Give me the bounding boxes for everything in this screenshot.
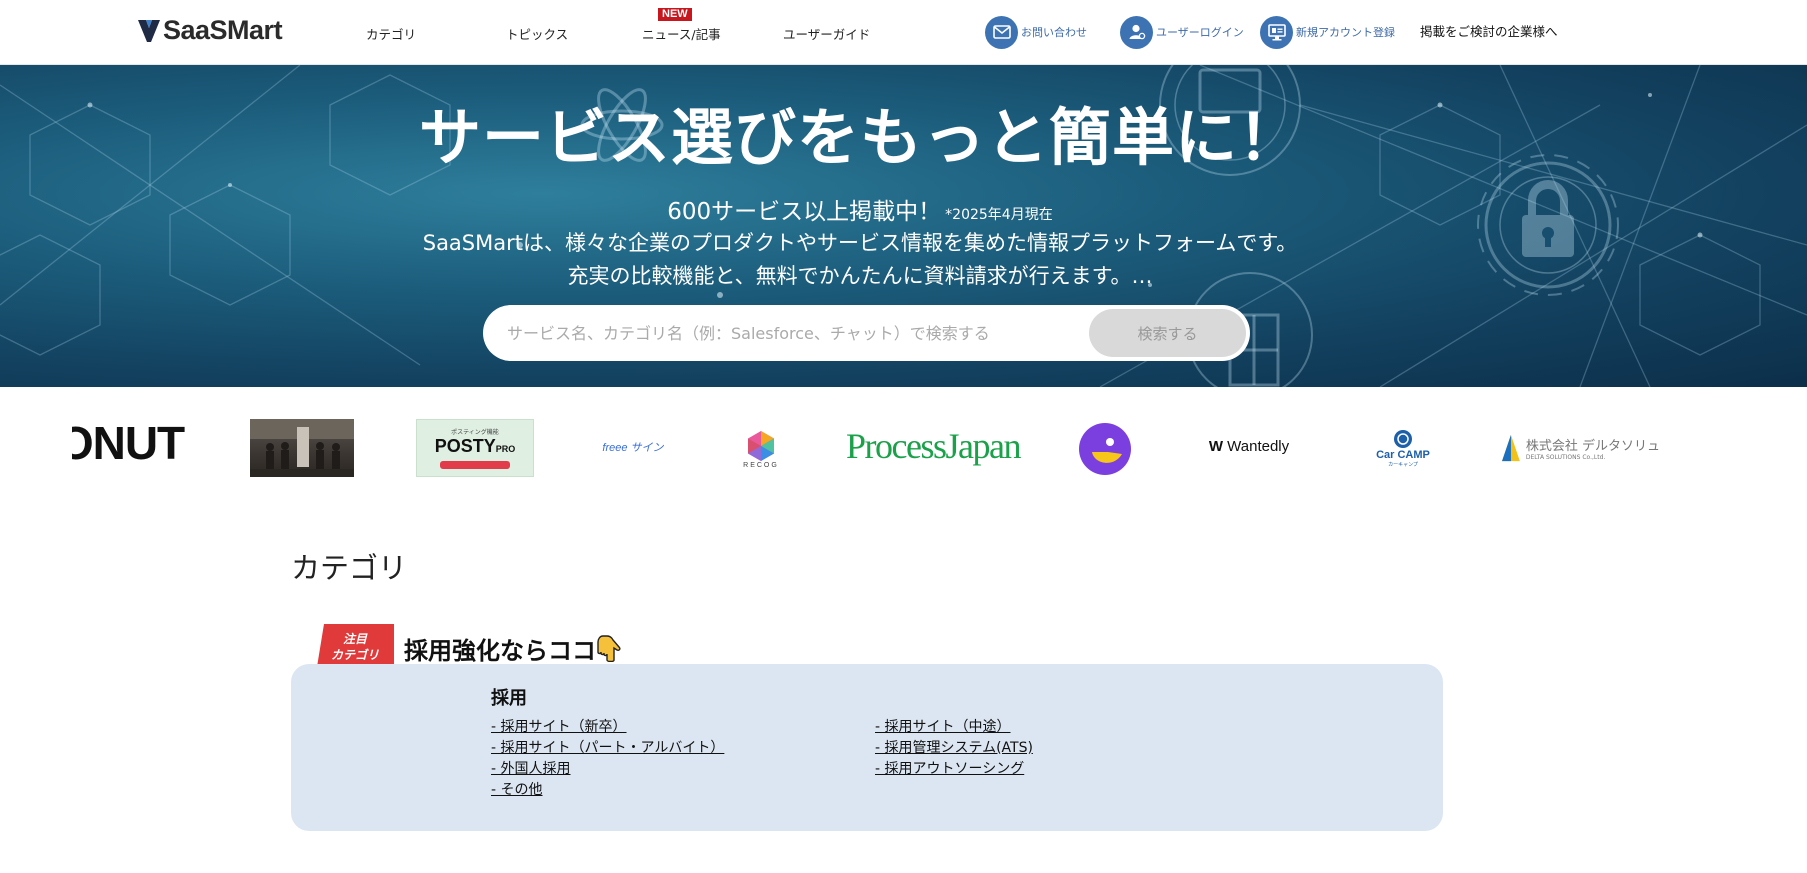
service-count-note: *2025年4月現在 [945,207,1053,223]
ribbon-line-2: カテゴリ [330,647,379,662]
link-recruit-site-new-grad[interactable]: - 採用サイト（新卒） [491,716,627,736]
new-badge: NEW [658,8,692,21]
delta-triangle-icon [1502,434,1520,462]
featured-title-text: 採用強化ならココ [404,636,596,665]
link-recruit-outsourcing[interactable]: - 採用アウトソーシング [875,758,1024,778]
site-logo[interactable]: SaaSMart [138,14,283,46]
search-input[interactable] [507,305,1067,361]
site-header: SaaSMart カテゴリ トピックス NEW ニュース/記事 ユーザーガイド … [0,0,1807,65]
hero-description-2: 充実の比較機能と、無料でかんたんに資料請求が行えます。… [567,264,1153,288]
recog-hexagon-icon [748,430,774,461]
signup-link[interactable]: 新規アカウント登録 [1260,15,1395,49]
search-bar: 検索する [483,305,1250,361]
pointing-down-hand-icon [597,635,621,662]
hero-service-count: 600サービス以上掲載中！ *2025年4月現在 [0,192,1720,226]
signup-label: 新規アカウント登録 [1296,26,1395,39]
service-count-text: 600サービス以上掲載中！ [667,199,942,225]
hero-description-1: SaaSMartは、様々な企業のプロダクトやサービス情報を集めた情報プラットフォ… [422,231,1298,255]
login-label: ユーザーログイン [1156,26,1244,39]
mail-icon [985,15,1018,49]
advertise-link[interactable]: 掲載をご検討の企業様へ [1420,21,1558,40]
category-section-title: カテゴリ [291,551,408,585]
contact-label: お問い合わせ [1021,26,1087,39]
category-group-title: 採用 [491,688,527,709]
nav-user-guide[interactable]: ユーザーガイド [783,24,870,43]
carcamp-emblem-icon [1394,429,1412,448]
contact-link[interactable]: お問い合わせ [985,15,1087,49]
link-other[interactable]: - その他 [491,779,543,799]
partner-logo-carousel: ONUT ポスティング機能 POSTYPRO freee サイン RECOG P… [0,400,1807,500]
link-foreign-hiring[interactable]: - 外国人採用 [491,758,571,778]
logo-text: SaaSMart [163,14,283,45]
nav-category[interactable]: カテゴリ [366,24,416,43]
nav-topics[interactable]: トピックス [506,24,568,43]
link-ats[interactable]: - 採用管理システム(ATS) [875,737,1033,757]
link-recruit-site-part-time[interactable]: - 採用サイト（パート・アルバイト） [491,737,724,757]
logo-purple-bird[interactable] [1078,422,1132,476]
search-button[interactable]: 検索する [1089,309,1246,357]
login-link[interactable]: ユーザーログイン [1120,15,1244,49]
hero-title: サービス選びをもっと簡単に！ [418,101,1301,174]
posty-red-bar [440,461,510,469]
logo-posty-pro[interactable]: ポスティング機能 POSTYPRO [416,419,534,477]
purple-bird-icon [1079,423,1131,475]
link-recruit-site-mid-career[interactable]: - 採用サイト（中途） [875,716,1011,736]
logo-freee-sign[interactable]: freee サイン [598,436,668,458]
logo-delta-solutions[interactable]: 株式会社 デルタソリュ DELTA SOLUTIONS Co.,Ltd. [1502,422,1660,474]
ribbon-line-1: 注目 [342,631,367,646]
people-photo-icon [250,419,354,477]
featured-category-title: 採用強化ならココ [404,631,622,666]
register-monitor-icon [1260,15,1293,49]
user-icon [1120,15,1153,49]
logo-wantedly[interactable]: W Wantedly [1200,436,1298,456]
nav-news[interactable]: ニュース/記事 [642,24,721,43]
category-card-recruitment: 採用 - 採用サイト（新卒） - 採用サイト（パート・アルバイト） - 外国人採… [291,664,1443,831]
logo-donut[interactable]: ONUT [72,420,190,466]
logo-process-japan[interactable]: ProcessJapan [846,416,1021,476]
logo-recog[interactable]: RECOG [740,424,782,474]
logo-car-camp[interactable]: Car CAMP カーキャンプ [1368,422,1438,474]
hero-banner: サービス選びをもっと簡単に！ 600サービス以上掲載中！ *2025年4月現在 S… [0,65,1807,387]
logo-photo-banner[interactable] [250,419,354,477]
logo-mark-icon [138,20,160,42]
